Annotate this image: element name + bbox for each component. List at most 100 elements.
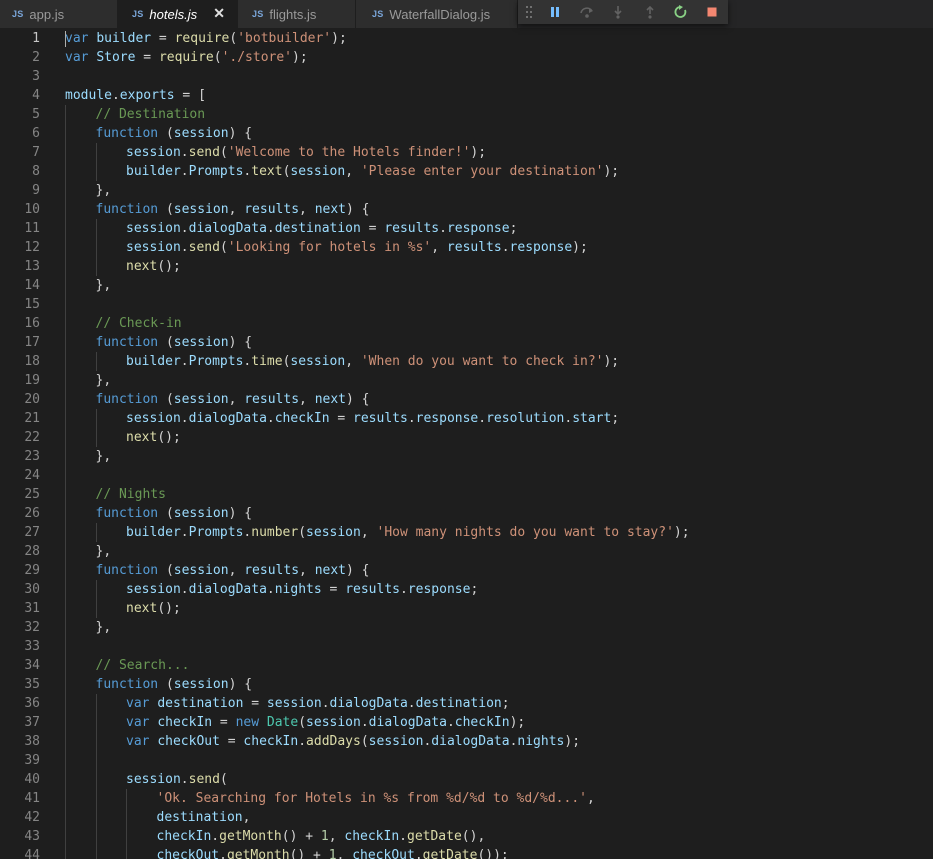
code-line[interactable]: 4 module.exports = [ [0,86,933,105]
code-line[interactable]: 20 function (session, results, next) { [0,390,933,409]
tab-hotels-js[interactable]: JS hotels.js ✕ [118,0,238,28]
code-line[interactable]: 8 builder.Prompts.text(session, 'Please e… [0,162,933,181]
indent-guide [65,751,66,770]
indent-guide [95,162,97,181]
tab-waterfalldialog-js[interactable]: JS WaterfallDialog.js [356,0,518,28]
code-line[interactable]: 13 next(); [0,257,933,276]
code-text: }, [96,447,112,466]
code-line[interactable]: 42 destination, [0,808,933,827]
code-text: var checkOut = checkIn.addDays(session.d… [126,732,580,751]
code-line[interactable]: 34 // Search... [0,656,933,675]
code-line[interactable]: 31 next(); [0,599,933,618]
code-editor[interactable]: 1 var builder = require('botbuilder'); 2 va… [0,28,933,859]
code-line[interactable]: 29 function (session, results, next) { [0,561,933,580]
code-line[interactable]: 40 session.send( [0,770,933,789]
code-line[interactable]: 35 function (session) { [0,675,933,694]
code-token: () + [289,848,329,859]
code-line[interactable]: 1 var builder = require('botbuilder'); [0,29,933,48]
code-token: ( [158,202,174,217]
restart-icon[interactable] [665,0,696,24]
code-token: results [244,202,300,217]
indent-guide [65,333,66,352]
code-line[interactable]: 2 var Store = require('./store'); [0,48,933,67]
code-token: response [446,221,510,236]
code-token: ); [470,145,487,160]
step-out-icon[interactable] [634,0,665,24]
code-token: . [407,411,416,426]
code-line[interactable]: 28}, [0,542,933,561]
code-line[interactable]: 7 session.send('Welcome to the Hotels fin… [0,143,933,162]
code-token: // Check-in [95,316,182,331]
code-line[interactable]: 30 session.dialogData.nights = results.re… [0,580,933,599]
code-line[interactable]: 41 'Ok. Searching for Hotels in %s from %… [0,789,933,808]
step-over-icon[interactable] [571,0,602,24]
code-token: require [158,50,214,65]
code-line[interactable]: 19}, [0,371,933,390]
code-token: addDays [306,734,361,749]
code-line[interactable]: 17 function (session) { [0,333,933,352]
code-token: . [180,411,189,426]
code-text: }, [96,181,112,200]
step-into-icon[interactable] [602,0,633,24]
indent-guide [65,219,66,238]
code-line[interactable]: 37 var checkIn = new Date(session.dialogD… [0,713,933,732]
code-line[interactable]: 10 function (session, results, next) { [0,200,933,219]
code-line[interactable]: 43 checkIn.getMonth() + 1, checkIn.getDat… [0,827,933,846]
line-number: 30 [24,582,40,597]
code-line[interactable]: 27 builder.Prompts.number(session, 'How m… [0,523,933,542]
stop-icon[interactable] [697,0,728,24]
code-line[interactable]: 21 session.dialogData.checkIn = results.r… [0,409,933,428]
code-token: 'How many nights do you want to stay?' [376,525,674,540]
code-line[interactable]: 11 session.dialogData.destination = resul… [0,219,933,238]
code-token: checkOut [156,848,220,859]
code-line[interactable]: 36 var destination = session.dialogData.d… [0,694,933,713]
code-line[interactable]: 15 [0,295,933,314]
tab-app-js[interactable]: JS app.js [0,0,118,28]
code-line[interactable]: 44 checkOut.getMonth() + 1, checkOut.getD… [0,846,933,859]
line-number: 24 [24,468,40,483]
code-line[interactable]: 24 [0,466,933,485]
code-text: // Check-in [96,314,182,333]
code-line[interactable]: 23}, [0,447,933,466]
pause-icon[interactable] [540,0,571,24]
indent-guide [95,808,97,827]
line-number: 18 [24,354,40,369]
code-token: function [95,392,159,407]
code-token: results [446,240,502,255]
indent-guide [65,485,66,504]
line-number: 11 [24,221,40,236]
code-line[interactable]: 38 var checkOut = checkIn.addDays(session… [0,732,933,751]
close-tab-icon[interactable]: ✕ [213,5,225,22]
code-text: }, [96,618,112,637]
code-line[interactable]: 14}, [0,276,933,295]
code-line[interactable]: 16 // Check-in [0,314,933,333]
code-line[interactable]: 3 [0,67,933,86]
code-line[interactable]: 39 [0,751,933,770]
code-line[interactable]: 32}, [0,618,933,637]
code-token: . [399,582,408,597]
indent-guide [65,599,66,618]
code-token: send [188,772,220,787]
code-line[interactable]: 12 session.send('Looking for hotels in %s… [0,238,933,257]
code-line[interactable]: 26 function (session) { [0,504,933,523]
indent-guide [65,580,66,599]
code-token: , [299,563,315,578]
code-token: results [244,392,300,407]
code-line[interactable]: 9}, [0,181,933,200]
tab-flights-js[interactable]: JS flights.js [238,0,356,28]
code-line[interactable]: 25 // Nights [0,485,933,504]
code-token: session [266,696,322,711]
code-token: session [126,772,181,787]
indent-guide [65,428,66,447]
code-text: function (session, results, next) { [96,390,370,409]
drag-grip-icon[interactable] [518,0,540,24]
code-line[interactable]: 22 next(); [0,428,933,447]
code-line[interactable]: 33 [0,637,933,656]
code-token: dialogData [188,582,267,597]
code-line[interactable]: 5 // Destination [0,105,933,124]
code-line[interactable]: 6 function (session) { [0,124,933,143]
line-number: 14 [24,278,40,293]
code-line[interactable]: 18 builder.Prompts.time(session, 'When do… [0,352,933,371]
code-token: = [360,221,385,236]
